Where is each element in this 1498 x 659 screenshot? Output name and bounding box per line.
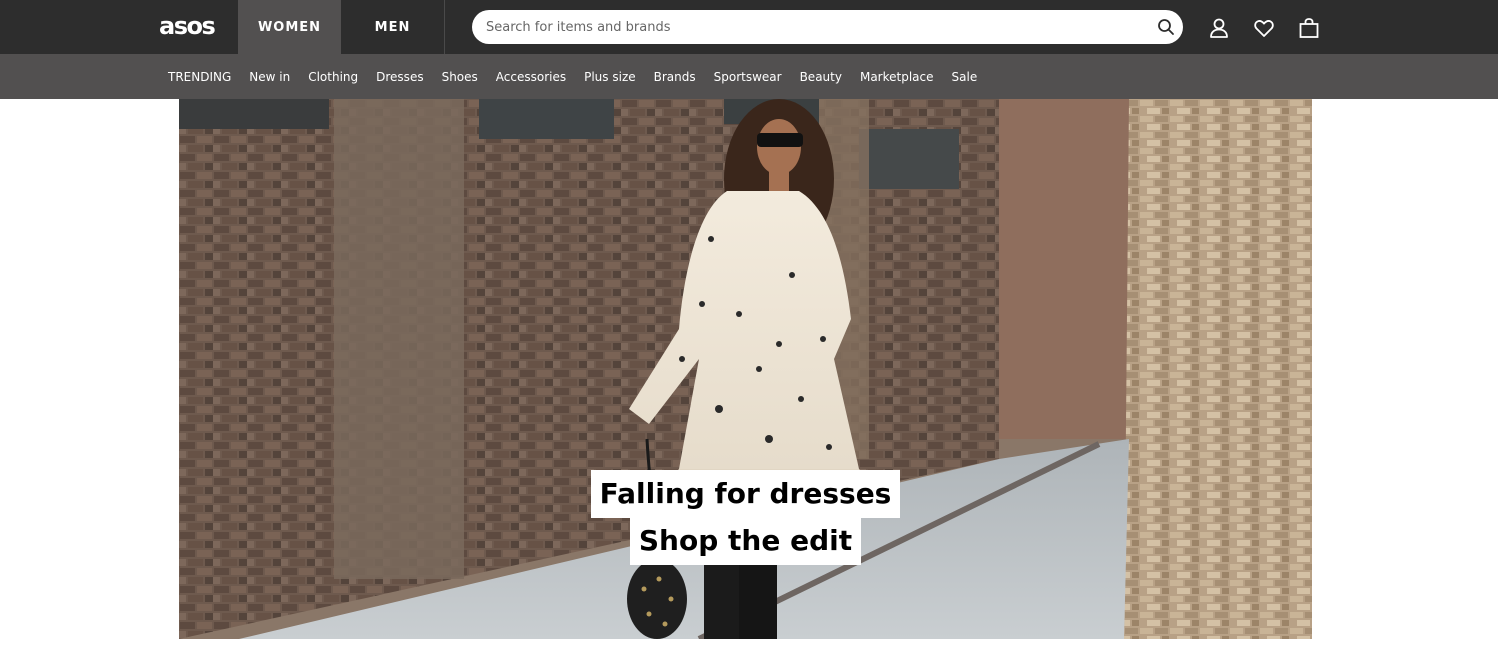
bag-icon[interactable] xyxy=(1298,17,1320,39)
hero-headline: Falling for dresses xyxy=(590,470,901,518)
search-input[interactable] xyxy=(486,10,1146,44)
asos-logo[interactable]: asos xyxy=(159,13,216,39)
nav-item-beauty[interactable]: Beauty xyxy=(800,70,842,84)
nav-item-sportswear[interactable]: Sportswear xyxy=(714,70,782,84)
nav-item-trending[interactable]: TRENDING xyxy=(168,70,231,84)
hero-caption-line2: Shop the edit xyxy=(179,517,1312,565)
account-icon[interactable] xyxy=(1208,17,1230,39)
hero-banner[interactable]: Falling for dresses Shop the edit xyxy=(179,99,1312,639)
search-icon[interactable] xyxy=(1157,18,1175,36)
top-bar: asos WOMEN MEN xyxy=(0,0,1498,54)
tab-women[interactable]: WOMEN xyxy=(238,0,341,54)
nav-item-plus-size[interactable]: Plus size xyxy=(584,70,636,84)
nav-item-accessories[interactable]: Accessories xyxy=(496,70,566,84)
nav-item-new-in[interactable]: New in xyxy=(249,70,290,84)
search-bar xyxy=(472,10,1183,44)
nav-item-shoes[interactable]: Shoes xyxy=(442,70,478,84)
header-divider xyxy=(444,0,445,54)
tab-men[interactable]: MEN xyxy=(341,0,444,54)
heart-icon[interactable] xyxy=(1253,17,1275,39)
nav-item-brands[interactable]: Brands xyxy=(654,70,696,84)
nav-item-marketplace[interactable]: Marketplace xyxy=(860,70,934,84)
nav-item-dresses[interactable]: Dresses xyxy=(376,70,423,84)
nav-item-clothing[interactable]: Clothing xyxy=(308,70,358,84)
hero-cta[interactable]: Shop the edit xyxy=(629,517,862,565)
hero-caption-line1: Falling for dresses xyxy=(179,470,1312,518)
nav-item-sale[interactable]: Sale xyxy=(952,70,978,84)
category-nav: TRENDING New in Clothing Dresses Shoes A… xyxy=(0,54,1498,99)
